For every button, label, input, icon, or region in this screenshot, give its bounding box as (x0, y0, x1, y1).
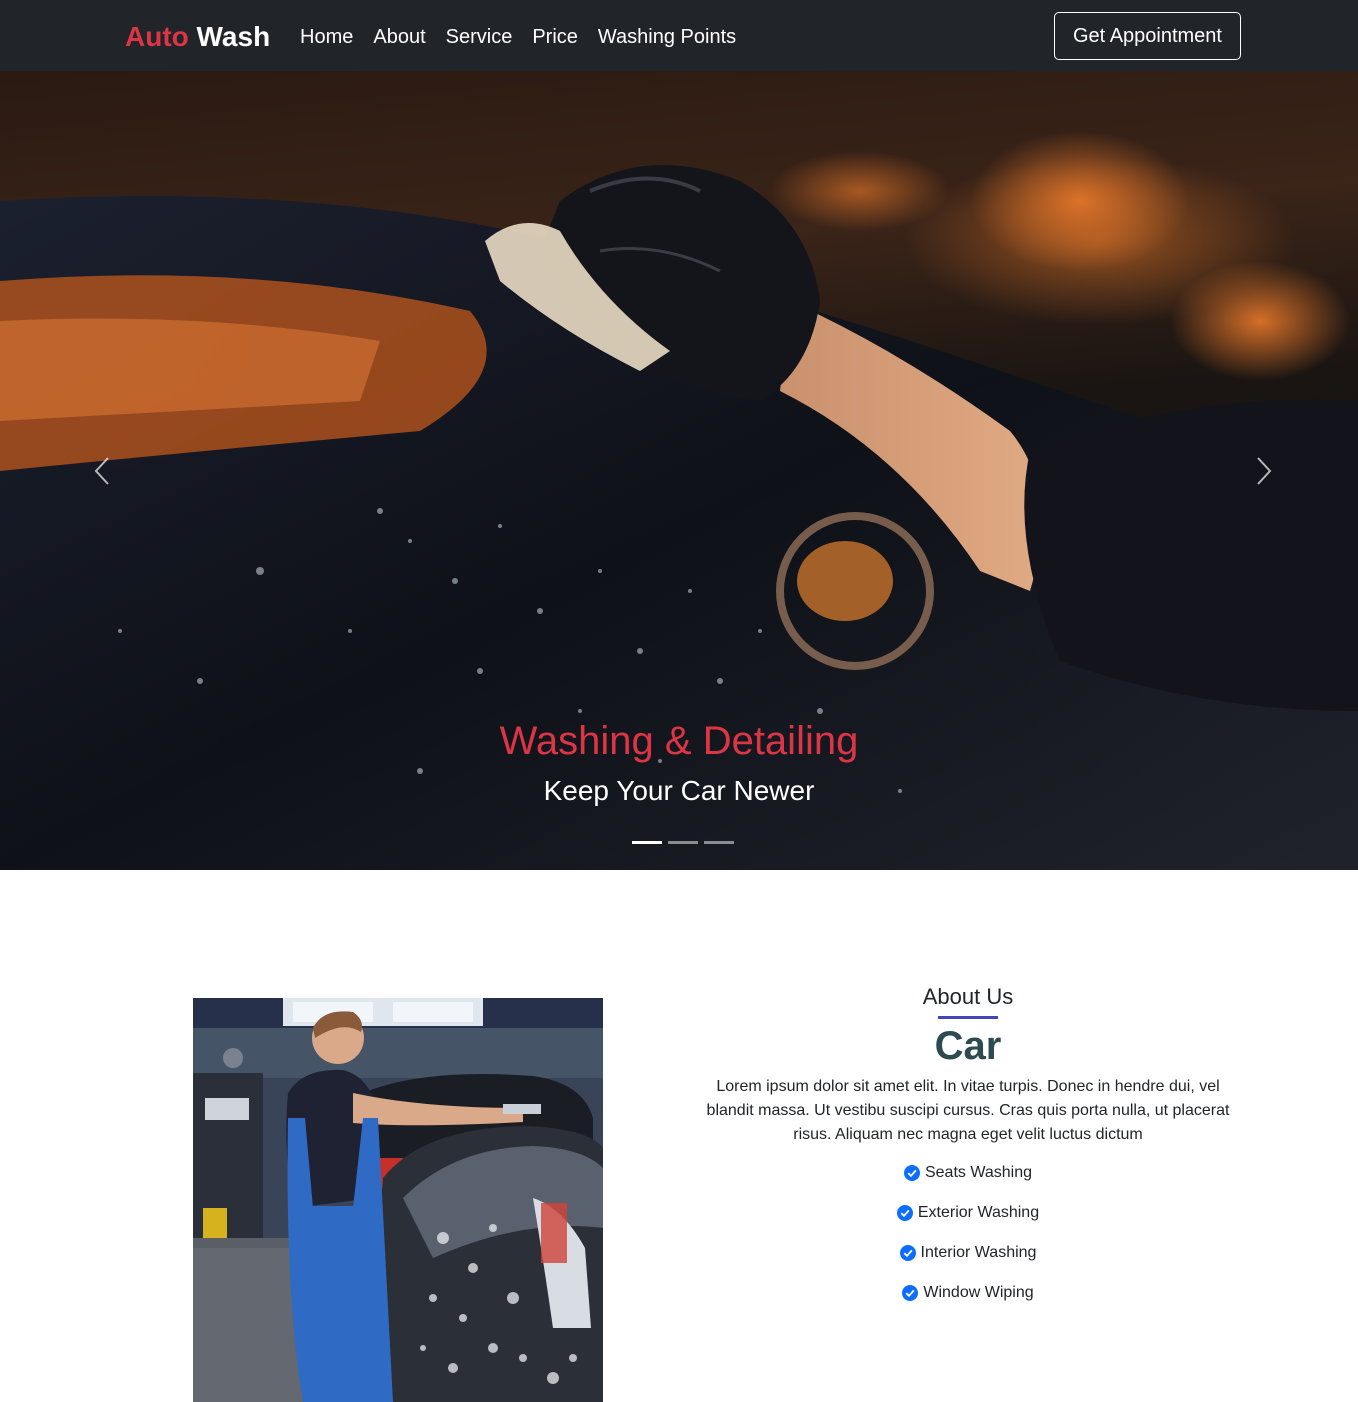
feature-item: Interior Washing (698, 1243, 1238, 1263)
about-heading: About Us (922, 984, 1014, 1009)
about-section: About Us Car Lorem ipsum dolor sit amet … (698, 980, 1238, 1323)
nav-about[interactable]: About (363, 22, 435, 52)
carousel-next-button[interactable] (1249, 453, 1279, 489)
nav-price[interactable]: Price (522, 22, 588, 52)
about-description: Lorem ipsum dolor sit amet elit. In vita… (706, 1078, 1230, 1143)
check-circle-icon (896, 1205, 913, 1221)
nav-washing-points[interactable]: Washing Points (588, 22, 746, 52)
feature-label: Seats Washing (924, 1164, 1032, 1181)
feature-list: Seats Washing Exterior Washing Interior … (698, 1163, 1238, 1303)
about-image (193, 998, 603, 1402)
feature-label: Window Wiping (923, 1284, 1034, 1301)
about-title: Car (934, 1024, 1002, 1068)
carousel-indicators (632, 841, 734, 844)
brand-logo[interactable]: Auto Wash (125, 19, 270, 55)
carousel-prev-button[interactable] (87, 453, 117, 489)
carousel-indicator-3[interactable] (704, 841, 734, 844)
nav-home[interactable]: Home (290, 22, 363, 52)
brand-wash: Wash (196, 21, 271, 52)
carousel-indicator-1[interactable] (632, 841, 662, 844)
chevron-left-icon (94, 457, 109, 485)
feature-item: Exterior Washing (698, 1203, 1238, 1223)
nav-service[interactable]: Service (436, 22, 523, 52)
feature-label: Interior Washing (920, 1244, 1037, 1261)
check-circle-icon (903, 1165, 920, 1181)
chevron-right-icon (1257, 457, 1272, 485)
hero-subtitle: Keep Your Car Newer (543, 775, 815, 806)
feature-label: Exterior Washing (917, 1204, 1040, 1221)
carousel-indicator-2[interactable] (668, 841, 698, 844)
get-appointment-button[interactable]: Get Appointment (1054, 12, 1241, 60)
hero-caption: Washing & Detailing Keep Your Car Newer (0, 713, 1358, 811)
check-circle-icon (902, 1285, 919, 1301)
navbar: Auto Wash Home About Service Price Washi… (0, 0, 1358, 71)
check-circle-icon (899, 1245, 916, 1261)
feature-item: Seats Washing (698, 1163, 1238, 1183)
brand-auto: Auto (125, 21, 189, 52)
hero-carousel: Washing & Detailing Keep Your Car Newer (0, 71, 1358, 870)
nav-links: Home About Service Price Washing Points (290, 22, 746, 52)
hero-title: Washing & Detailing (499, 719, 859, 763)
about-underline (938, 1016, 998, 1019)
feature-item: Window Wiping (698, 1283, 1238, 1303)
